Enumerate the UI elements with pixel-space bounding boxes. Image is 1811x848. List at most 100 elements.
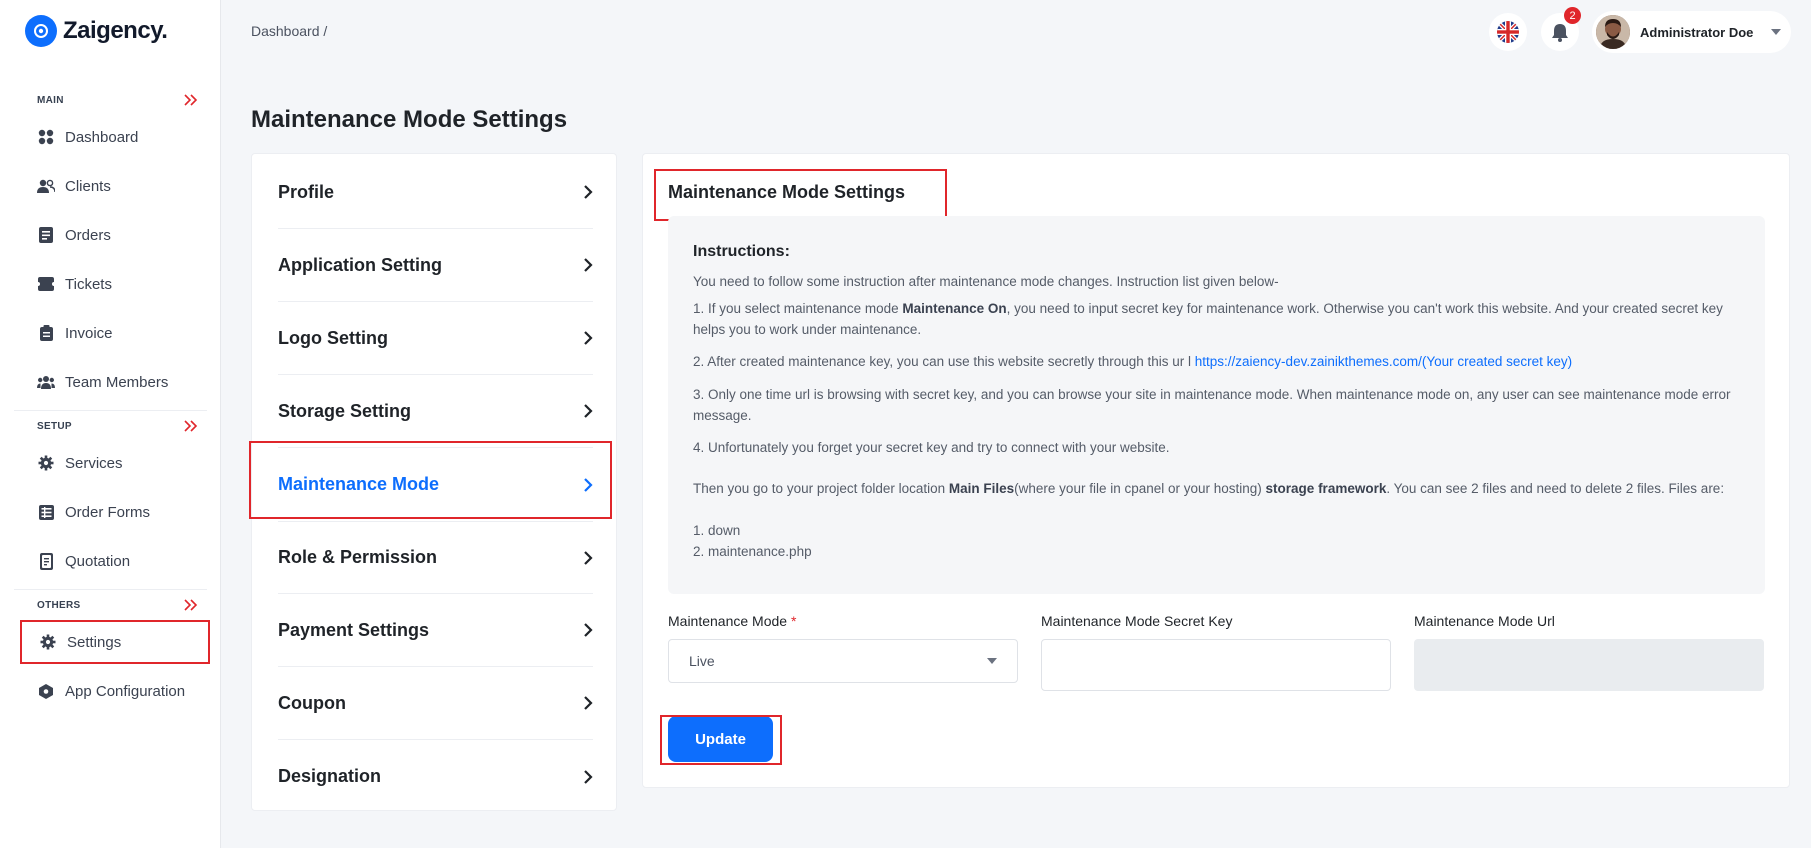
highlight-box — [249, 441, 612, 519]
menu-item-label: Role & Permission — [278, 547, 438, 567]
section-label-main: MAIN — [37, 95, 64, 106]
chevron-right-icon — [584, 769, 593, 784]
instructions-intro: You need to follow some instruction afte… — [693, 274, 1279, 289]
menu-item-label: Designation — [278, 766, 382, 786]
required-marker: * — [790, 613, 797, 629]
chevron-down-icon — [1771, 29, 1782, 35]
maintenance-mode-select[interactable]: Live — [668, 639, 1018, 683]
settings-menu-item-role-permission[interactable]: Role & Permission — [278, 521, 593, 594]
settings-menu-item-logo[interactable]: Logo Setting — [278, 302, 593, 375]
sidebar-item-clients[interactable]: Clients — [20, 164, 210, 208]
text: 1. If you select maintenance mode — [693, 301, 903, 316]
instruction-step-3: 3. Only one time url is browsing with se… — [693, 387, 1731, 423]
team-icon — [37, 373, 55, 391]
sidebar-item-label: Clients — [65, 177, 111, 195]
sidebar: Zaigency. MAIN Dashboard Clients Orders … — [0, 0, 221, 848]
sidebar-item-label: Settings — [67, 633, 122, 651]
sidebar-item-app-configuration[interactable]: App Configuration — [20, 669, 210, 713]
form-icon — [37, 503, 55, 521]
maintenance-url-input[interactable] — [1414, 639, 1764, 691]
settings-menu-item-storage[interactable]: Storage Setting — [278, 375, 593, 448]
user-menu[interactable]: Administrator Doe — [1592, 11, 1791, 53]
maintenance-url-label: Maintenance Mode Url — [1414, 613, 1555, 629]
instruction-step-4: 4. Unfortunately you forget your secret … — [693, 440, 1170, 455]
logo-text: Zaigency. — [63, 17, 168, 44]
secret-key-input[interactable] — [1041, 639, 1391, 691]
double-chevron-right-icon[interactable] — [184, 94, 198, 106]
uk-flag-icon — [1497, 21, 1519, 43]
sidebar-item-settings[interactable]: Settings — [20, 620, 210, 664]
sidebar-item-label: Dashboard — [65, 128, 139, 146]
menu-item-label: Coupon — [278, 692, 346, 713]
user-name: Administrator Doe — [1640, 24, 1754, 40]
brand-logo[interactable]: Zaigency. — [25, 15, 168, 47]
instruction-then: Then you go to your project folder locat… — [693, 478, 1748, 499]
text: 2. After created maintenance key, you ca… — [693, 354, 1195, 369]
sidebar-item-label: Invoice — [65, 324, 113, 342]
instruction-step-1: 1. If you select maintenance mode Mainte… — [693, 298, 1748, 340]
double-chevron-right-icon[interactable] — [184, 599, 198, 611]
settings-menu-item-coupon[interactable]: Coupon — [278, 667, 593, 740]
page-title: Maintenance Mode Settings — [251, 106, 568, 133]
section-label-setup: SETUP — [37, 421, 72, 432]
settings-menu-item-payment[interactable]: Payment Settings — [278, 594, 593, 667]
invoice-icon — [37, 324, 55, 342]
instruction-file-2: 2. maintenance.php — [693, 544, 812, 559]
sidebar-item-tickets[interactable]: Tickets — [20, 262, 210, 306]
topbar: Dashboard / 2 Administrator Doe — [221, 0, 1811, 72]
gear-icon — [39, 633, 57, 651]
instructions-panel: Instructions: You need to follow some in… — [668, 216, 1765, 594]
chevron-right-icon — [584, 185, 593, 199]
avatar — [1596, 15, 1630, 49]
sidebar-item-team-members[interactable]: Team Members — [20, 360, 210, 404]
menu-item-label: Storage Setting — [278, 400, 412, 421]
sidebar-item-invoice[interactable]: Invoice — [20, 311, 210, 355]
grid-icon — [37, 128, 55, 146]
chevron-right-icon — [584, 331, 593, 345]
selected-value: Live — [689, 653, 715, 669]
logo-icon — [25, 15, 57, 47]
language-button[interactable] — [1489, 13, 1527, 51]
users-icon — [37, 177, 55, 195]
maintenance-settings-card: Maintenance Mode Settings Instructions: … — [642, 153, 1790, 788]
notification-badge: 2 — [1564, 7, 1581, 24]
notifications-button[interactable]: 2 — [1541, 7, 1581, 51]
menu-item-label: Application Setting — [278, 254, 442, 275]
chevron-down-icon — [987, 658, 997, 664]
chevron-right-icon — [584, 258, 593, 272]
sidebar-item-label: Quotation — [65, 552, 131, 570]
settings-menu-item-profile[interactable]: Profile — [278, 156, 593, 229]
sidebar-item-label: App Configuration — [65, 682, 186, 700]
sidebar-item-orders[interactable]: Orders — [20, 213, 210, 257]
sidebar-item-label: Order Forms — [65, 503, 151, 521]
instruction-file-1: 1. down — [693, 523, 741, 538]
text-bold: Main Files — [948, 481, 1015, 496]
sidebar-item-order-forms[interactable]: Order Forms — [20, 490, 210, 534]
quotation-icon — [37, 552, 55, 570]
chevron-right-icon — [584, 623, 593, 637]
breadcrumb[interactable]: Dashboard / — [251, 23, 327, 39]
config-icon — [37, 682, 55, 700]
settings-menu-item-application[interactable]: Application Setting — [278, 229, 593, 302]
text: Then you go to your project folder locat… — [693, 481, 949, 496]
sidebar-item-services[interactable]: Services — [20, 441, 210, 485]
settings-menu-item-designation[interactable]: Designation — [278, 740, 593, 813]
chevron-right-icon — [584, 550, 593, 565]
secret-key-label: Maintenance Mode Secret Key — [1041, 613, 1233, 629]
sidebar-item-label: Services — [65, 454, 123, 472]
highlight-box — [654, 169, 947, 221]
label-text: Maintenance Mode — [668, 613, 788, 629]
sidebar-item-dashboard[interactable]: Dashboard — [20, 115, 210, 159]
sidebar-item-label: Tickets — [65, 275, 112, 293]
secret-url-link[interactable]: https://zaiency-dev.zainikthemes.com/(Yo… — [1195, 354, 1572, 369]
chevron-right-icon — [584, 696, 593, 710]
instruction-step-2: 2. After created maintenance key, you ca… — [693, 351, 1748, 372]
document-icon — [37, 226, 55, 244]
section-divider — [14, 410, 207, 411]
double-chevron-right-icon[interactable] — [184, 420, 198, 432]
sidebar-item-label: Orders — [65, 226, 111, 244]
text-bold: Maintenance On — [902, 301, 1007, 316]
text: (where your file in cpanel or your hosti… — [1014, 481, 1266, 496]
sidebar-item-quotation[interactable]: Quotation — [20, 539, 210, 583]
section-divider — [14, 589, 207, 590]
